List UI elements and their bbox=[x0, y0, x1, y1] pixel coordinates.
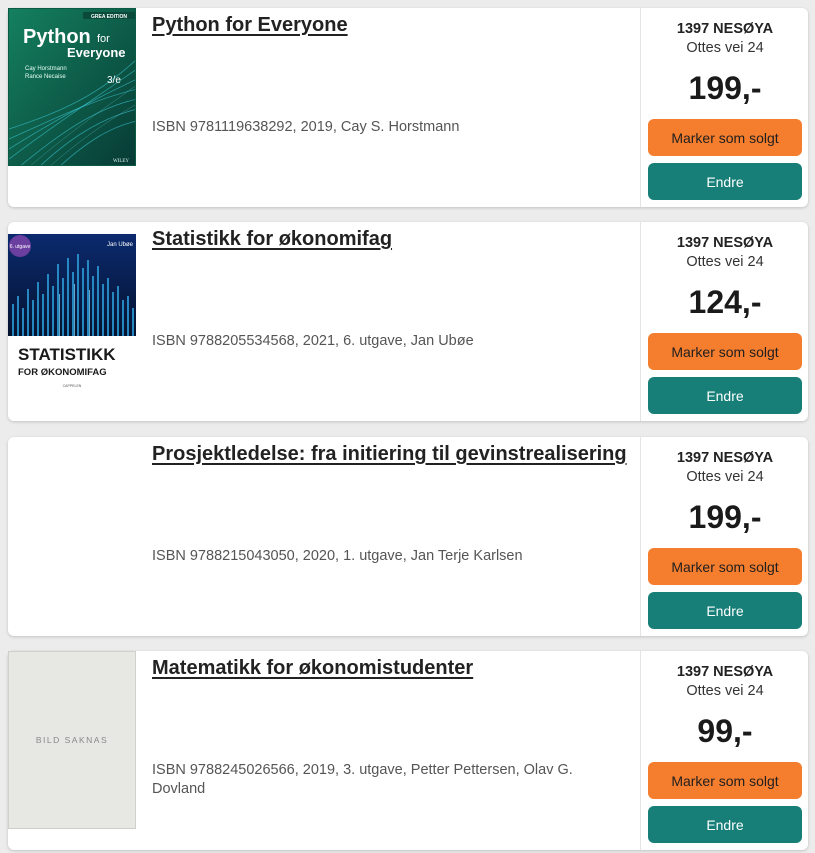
location-code: 1397 NESØYA bbox=[676, 235, 774, 251]
location-address: Ottes vei 24 bbox=[686, 683, 764, 699]
listing-card: Prosjektledelse: fra initiering til gevi… bbox=[8, 437, 808, 636]
listing-side-panel: 1397 NESØYA Ottes vei 24 199,- Marker so… bbox=[640, 8, 808, 207]
cover-edition-badge: 6. utgave bbox=[10, 244, 31, 250]
book-cover-image[interactable] bbox=[8, 449, 136, 607]
location-address: Ottes vei 24 bbox=[686, 40, 764, 56]
location: 1397 NESØYA Ottes vei 24 bbox=[641, 234, 809, 272]
listing-title-link[interactable]: Matematikk for økonomistudenter bbox=[152, 657, 473, 680]
edit-button[interactable]: Endre bbox=[648, 592, 802, 629]
cover-publisher: WILEY bbox=[113, 159, 129, 164]
mark-as-sold-button[interactable]: Marker som solgt bbox=[648, 762, 802, 799]
edit-button[interactable]: Endre bbox=[648, 377, 802, 414]
listing-card: 6. utgave Jan Ubøe STATISTIKK FOR ØKONOM… bbox=[8, 222, 808, 421]
price: 124,- bbox=[688, 284, 762, 320]
listing-meta: ISBN 9788215043050, 2020, 1. utgave, Jan… bbox=[152, 548, 523, 564]
listing-side-panel: 1397 NESØYA Ottes vei 24 124,- Marker so… bbox=[640, 222, 808, 421]
listing-meta: ISBN 9788245026566, 2019, 3. utgave, Pet… bbox=[152, 762, 573, 797]
edit-button[interactable]: Endre bbox=[648, 806, 802, 843]
python-cover-art: GREA EDITION Python for Everyone Cay Hor… bbox=[9, 9, 135, 165]
missing-image-text: BILD SAKNAS bbox=[35, 735, 109, 745]
book-cover-placeholder[interactable]: BILD SAKNAS bbox=[8, 651, 136, 829]
cover-title-everyone: Everyone bbox=[67, 45, 126, 60]
location-code: 1397 NESØYA bbox=[676, 450, 774, 466]
listing-meta: ISBN 9781119638292, 2019, Cay S. Horstma… bbox=[152, 119, 460, 135]
listing-card: GREA EDITION Python for Everyone Cay Hor… bbox=[8, 8, 808, 207]
edit-button[interactable]: Endre bbox=[648, 163, 802, 200]
listing-title-link[interactable]: Prosjektledelse: fra initiering til gevi… bbox=[152, 443, 627, 466]
cover-edition-badge: GREA EDITION bbox=[91, 14, 127, 20]
statistikk-cover-art: 6. utgave Jan Ubøe STATISTIKK FOR ØKONOM… bbox=[8, 234, 136, 392]
book-cover-image[interactable]: 6. utgave Jan Ubøe STATISTIKK FOR ØKONOM… bbox=[8, 234, 136, 392]
location: 1397 NESØYA Ottes vei 24 bbox=[641, 20, 809, 58]
location: 1397 NESØYA Ottes vei 24 bbox=[641, 449, 809, 487]
listing-side-panel: 1397 NESØYA Ottes vei 24 99,- Marker som… bbox=[640, 651, 808, 850]
listing-meta: ISBN 9788205534568, 2021, 6. utgave, Jan… bbox=[152, 333, 474, 349]
price: 199,- bbox=[688, 499, 762, 535]
cover-title-for: for bbox=[97, 33, 110, 45]
location: 1397 NESØYA Ottes vei 24 bbox=[641, 663, 809, 701]
cover-author-1: Cay Horstmann bbox=[25, 66, 67, 72]
cover-edition: 3/e bbox=[107, 75, 121, 86]
cover-author-2: Rance Necaise bbox=[25, 74, 66, 80]
listing-title-link[interactable]: Statistikk for økonomifag bbox=[152, 228, 392, 251]
mark-as-sold-button[interactable]: Marker som solgt bbox=[648, 119, 802, 156]
mark-as-sold-button[interactable]: Marker som solgt bbox=[648, 333, 802, 370]
location-address: Ottes vei 24 bbox=[686, 254, 764, 270]
cover-title-line2: FOR ØKONOMIFAG bbox=[18, 367, 107, 378]
location-code: 1397 NESØYA bbox=[676, 21, 774, 37]
cover-author: Jan Ubøe bbox=[107, 242, 134, 248]
location-address: Ottes vei 24 bbox=[686, 469, 764, 485]
cover-publisher: CAPPELEN bbox=[63, 384, 82, 388]
listing-title-link[interactable]: Python for Everyone bbox=[152, 14, 348, 37]
cover-title-line1: STATISTIKK bbox=[18, 345, 116, 364]
mark-as-sold-button[interactable]: Marker som solgt bbox=[648, 548, 802, 585]
price: 199,- bbox=[688, 70, 762, 106]
listing-card: BILD SAKNAS Matematikk for økonomistuden… bbox=[8, 651, 808, 850]
listing-side-panel: 1397 NESØYA Ottes vei 24 199,- Marker so… bbox=[640, 437, 808, 636]
price: 99,- bbox=[697, 713, 753, 749]
location-code: 1397 NESØYA bbox=[676, 664, 774, 680]
book-cover-image[interactable]: GREA EDITION Python for Everyone Cay Hor… bbox=[8, 8, 136, 166]
